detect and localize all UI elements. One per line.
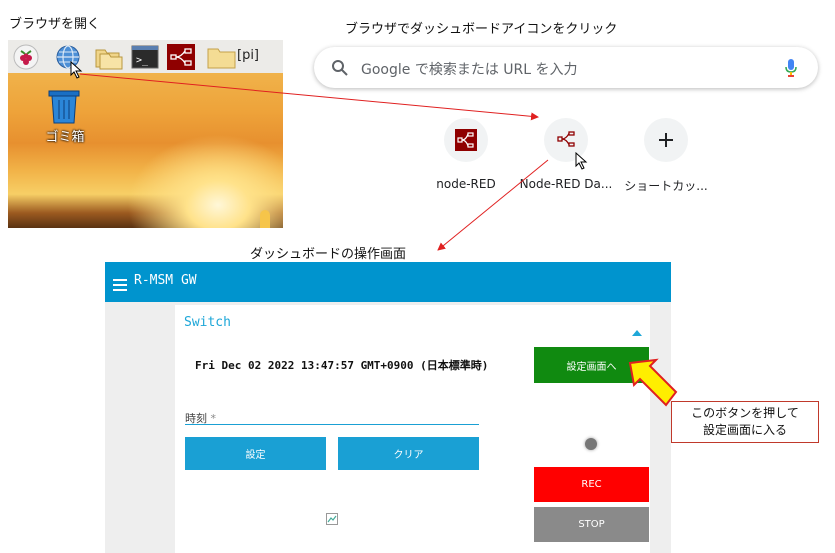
- annotation-arrows: [79, 73, 678, 407]
- arrow-icon-to-dashboard: [437, 159, 549, 251]
- callout-arrow: [628, 358, 678, 407]
- arrow-browser-to-dashboard-icon: [79, 73, 539, 121]
